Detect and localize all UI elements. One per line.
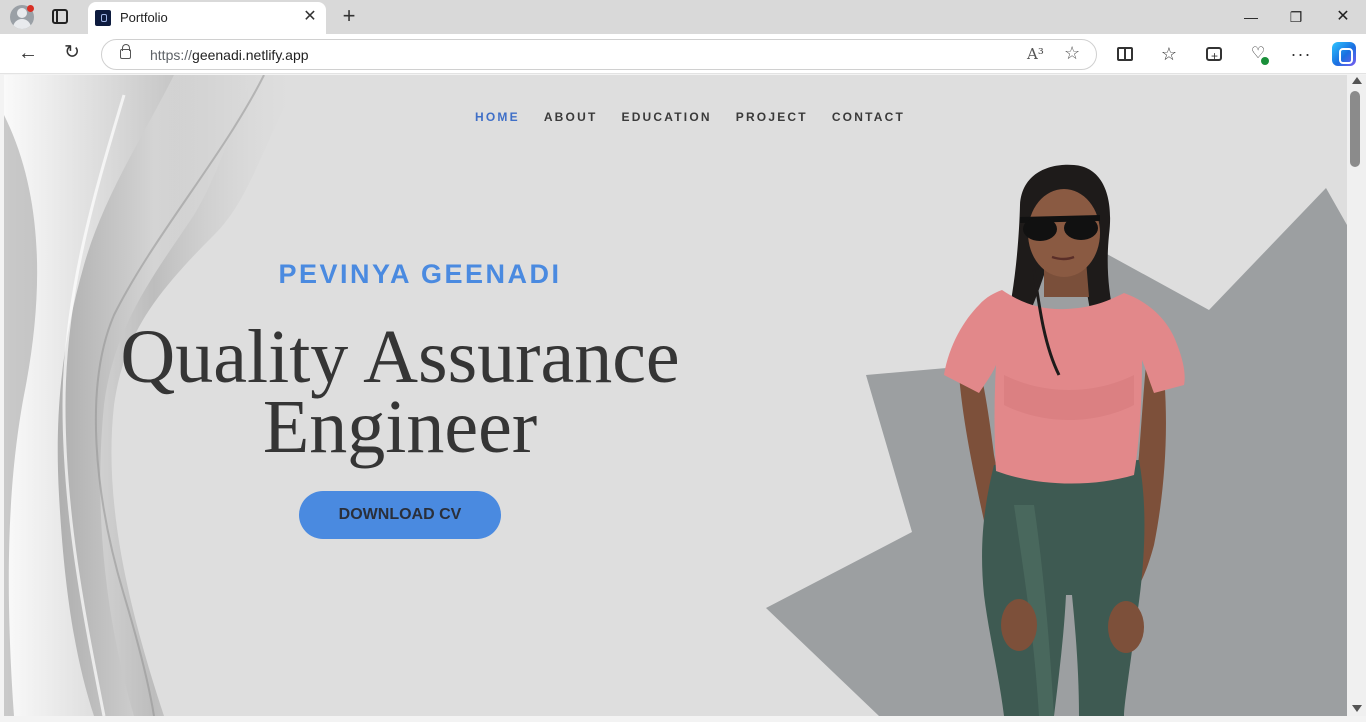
split-screen-icon[interactable] xyxy=(1114,43,1136,65)
close-tab-icon[interactable]: ✕ xyxy=(302,9,318,25)
tab-actions-icon[interactable] xyxy=(52,9,68,24)
minimize-button[interactable]: — xyxy=(1240,6,1262,28)
left-hand xyxy=(1001,599,1037,651)
site-favicon-icon xyxy=(95,10,111,26)
scroll-thumb[interactable] xyxy=(1350,91,1360,167)
more-options-icon[interactable]: ··· xyxy=(1290,43,1312,65)
restore-button[interactable]: ❐ xyxy=(1285,6,1307,28)
tab-title: Portfolio xyxy=(120,10,168,25)
notification-dot-icon xyxy=(27,5,34,12)
profile-photo xyxy=(944,164,1185,716)
url-scheme: https:// xyxy=(150,47,193,63)
collections-icon[interactable] xyxy=(1203,43,1225,67)
lock-icon[interactable] xyxy=(120,44,131,59)
split-screen-glyph xyxy=(1117,47,1133,61)
status-ok-dot xyxy=(1261,57,1269,65)
page-scrollbar[interactable] xyxy=(1347,75,1366,716)
url-host: geenadi.netlify.app xyxy=(192,47,309,63)
reload-icon[interactable]: ↻ xyxy=(60,42,84,66)
browser-toolbar: ← ↻ https://geenadi.netlify.app A³ ☆ ☆ ♡… xyxy=(0,34,1366,74)
collections-glyph xyxy=(1206,45,1222,67)
back-arrow-icon[interactable]: ← xyxy=(16,42,40,66)
favorites-icon[interactable]: ☆ xyxy=(1158,43,1180,65)
address-bar[interactable]: https://geenadi.netlify.app A³ ☆ xyxy=(101,39,1097,70)
jeans xyxy=(982,460,1145,716)
tab-portfolio[interactable]: Portfolio ✕ xyxy=(88,2,326,34)
window-bottom-edge xyxy=(0,716,1366,722)
scroll-down-arrow-icon[interactable] xyxy=(1352,705,1362,712)
browser-essentials-icon[interactable]: ♡ xyxy=(1247,43,1269,65)
avatar-head xyxy=(17,8,27,18)
browser-tab-bar: Portfolio ✕ + — ❐ ✕ xyxy=(0,0,1366,34)
scroll-up-arrow-icon[interactable] xyxy=(1352,77,1362,84)
page-viewport: HOME ABOUT EDUCATION PROJECT CONTACT PEV… xyxy=(4,75,1347,716)
right-hand xyxy=(1108,601,1144,653)
new-tab-button[interactable]: + xyxy=(338,5,360,27)
avatar-body xyxy=(13,19,31,29)
close-window-button[interactable]: ✕ xyxy=(1332,6,1354,28)
url-text[interactable]: https://geenadi.netlify.app xyxy=(150,47,309,63)
add-favorite-star-icon[interactable]: ☆ xyxy=(1064,43,1080,64)
copilot-icon[interactable] xyxy=(1332,42,1356,66)
read-aloud-icon[interactable]: A³ xyxy=(1027,45,1044,63)
